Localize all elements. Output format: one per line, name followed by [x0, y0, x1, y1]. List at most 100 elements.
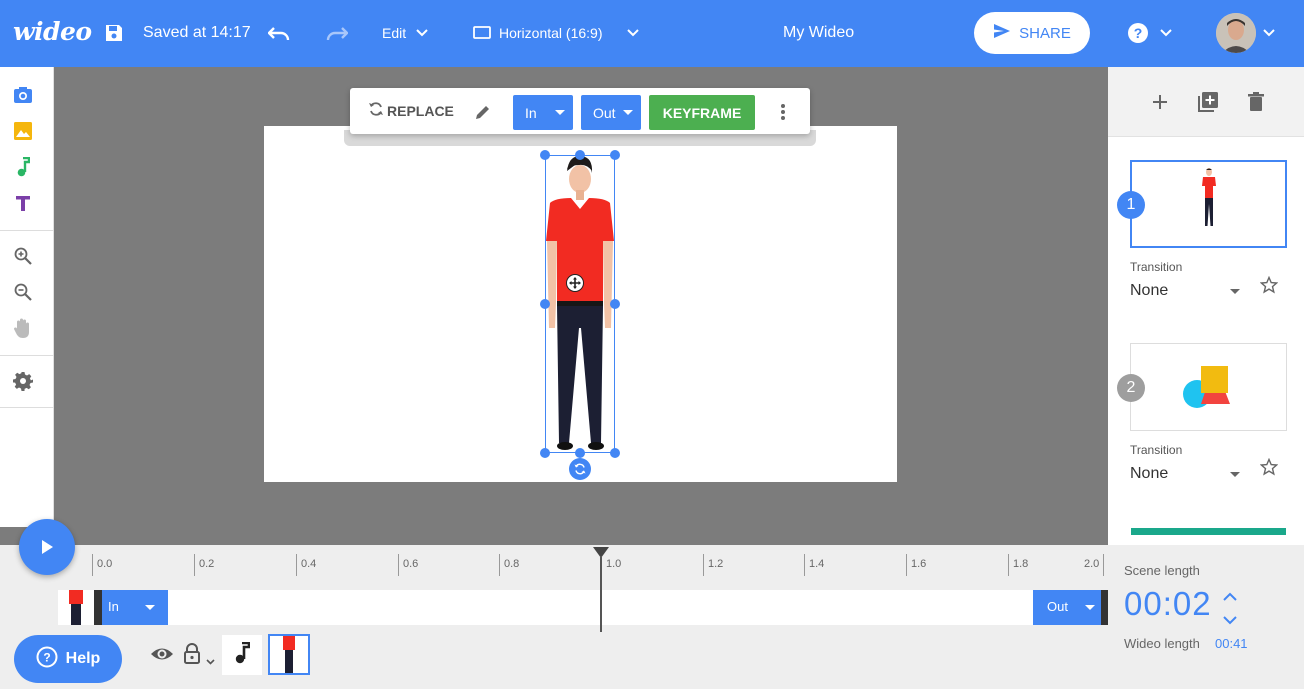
caret-down-icon[interactable]: [1230, 289, 1240, 294]
send-icon: [993, 23, 1011, 43]
top-bar: wideo Saved at 14:17 Edit Horizontal (16…: [0, 0, 1304, 67]
play-button[interactable]: [19, 519, 75, 575]
resize-handle[interactable]: [610, 299, 620, 309]
help-circle-icon[interactable]: ?: [1127, 22, 1149, 44]
wideo-logo[interactable]: wideo: [13, 17, 92, 46]
track-out-label: Out: [1047, 599, 1068, 614]
scene-number-badge: 2: [1117, 374, 1145, 402]
scene-thumbnail-2[interactable]: [1130, 343, 1287, 431]
resize-handle[interactable]: [575, 448, 585, 458]
ruler-tick: 0.0: [92, 554, 112, 576]
redo-icon[interactable]: [325, 22, 349, 44]
replace-label: REPLACE: [387, 102, 454, 119]
undo-icon[interactable]: [267, 22, 291, 44]
scene-length-value[interactable]: 00:02: [1124, 585, 1212, 623]
camera-icon[interactable]: [11, 83, 35, 107]
image-icon[interactable]: [11, 119, 35, 143]
lock-icon[interactable]: [183, 643, 201, 670]
ruler-tick: 1.4: [804, 554, 824, 576]
ruler-tick: 1.8: [1008, 554, 1028, 576]
wideo-length-label: Wideo length: [1124, 636, 1200, 651]
star-icon[interactable]: [1259, 275, 1279, 299]
share-button[interactable]: SHARE: [974, 12, 1090, 54]
character-layer-button[interactable]: [268, 634, 310, 675]
resize-handle[interactable]: [575, 150, 585, 160]
aspect-ratio-selector[interactable]: Horizontal (16:9): [499, 25, 603, 41]
ruler-tick: 2.0: [1084, 554, 1105, 576]
zoom-in-icon[interactable]: [11, 244, 35, 268]
scene-thumbnail-1[interactable]: [1130, 160, 1287, 248]
resize-handle[interactable]: [610, 448, 620, 458]
scene-thumbnail-3-partial[interactable]: [1131, 528, 1286, 535]
ruler-tick: 0.8: [499, 554, 519, 576]
resize-handle[interactable]: [540, 448, 550, 458]
transition-select[interactable]: None: [1130, 465, 1168, 483]
help-button[interactable]: ? Help: [14, 635, 122, 683]
eye-icon[interactable]: [150, 645, 174, 668]
edit-menu[interactable]: Edit: [382, 25, 406, 41]
chevron-down-icon[interactable]: [625, 25, 641, 41]
track-in-dropdown[interactable]: In: [102, 590, 168, 625]
caret-down-icon: [145, 605, 155, 610]
trim-handle-right[interactable]: [1101, 590, 1108, 625]
trim-handle-left[interactable]: [94, 590, 102, 625]
track-thumbnail: [62, 590, 90, 625]
hand-icon[interactable]: [11, 316, 35, 340]
in-label: In: [525, 104, 537, 121]
chevron-down-icon[interactable]: [1223, 612, 1237, 630]
save-icon[interactable]: [103, 22, 125, 44]
caret-down-icon[interactable]: [1230, 472, 1240, 477]
out-animation-dropdown[interactable]: Out: [581, 95, 641, 130]
toolbar-divider: [0, 230, 54, 231]
chevron-down-icon[interactable]: [1261, 25, 1277, 41]
keyframe-button[interactable]: KEYFRAME: [649, 95, 755, 130]
project-title[interactable]: My Wideo: [783, 24, 854, 42]
ruler-tick: 1.6: [906, 554, 926, 576]
svg-text:?: ?: [43, 650, 50, 664]
chevron-down-icon[interactable]: [206, 652, 215, 670]
share-label: SHARE: [1019, 24, 1071, 42]
chevron-down-icon[interactable]: [414, 25, 430, 41]
resize-handle[interactable]: [540, 150, 550, 160]
transition-select[interactable]: None: [1130, 282, 1168, 300]
scene-number-badge: 1: [1117, 191, 1145, 219]
caret-down-icon: [623, 110, 633, 115]
svg-text:?: ?: [1134, 25, 1143, 41]
help-label: Help: [65, 650, 101, 667]
out-label: Out: [593, 104, 616, 121]
audio-layer-button[interactable]: [222, 635, 262, 675]
text-icon[interactable]: [11, 191, 35, 215]
toolbar-divider: [0, 355, 54, 356]
star-icon[interactable]: [1259, 457, 1279, 481]
music-note-icon[interactable]: [11, 155, 35, 179]
resize-handle[interactable]: [540, 299, 550, 309]
track-out-dropdown[interactable]: Out: [1033, 590, 1101, 625]
playhead-line[interactable]: [600, 556, 602, 632]
scene-length-label: Scene length: [1124, 563, 1200, 578]
refresh-icon: [368, 101, 384, 120]
music-note-icon: [234, 641, 251, 669]
selection-box: [545, 155, 615, 453]
zoom-out-icon[interactable]: [11, 280, 35, 304]
more-vertical-icon[interactable]: [779, 103, 787, 126]
caret-down-icon: [555, 110, 565, 115]
timeline-track[interactable]: [58, 590, 1108, 625]
saved-status: Saved at 14:17: [143, 24, 251, 41]
chevron-up-icon[interactable]: [1223, 588, 1237, 606]
aspect-ratio-icon[interactable]: [472, 24, 492, 40]
gear-icon[interactable]: [11, 369, 35, 393]
move-icon[interactable]: [566, 274, 584, 292]
avatar[interactable]: [1216, 13, 1256, 53]
resize-handle[interactable]: [610, 150, 620, 160]
replace-button[interactable]: REPLACE: [368, 101, 454, 120]
transition-label: Transition: [1130, 260, 1183, 274]
add-scene-icon[interactable]: [1152, 94, 1168, 115]
duplicate-scene-icon[interactable]: [1197, 91, 1219, 118]
pencil-icon[interactable]: [474, 104, 491, 126]
delete-scene-icon[interactable]: [1248, 92, 1264, 116]
chevron-down-icon[interactable]: [1158, 25, 1174, 41]
rotate-icon[interactable]: [569, 458, 591, 480]
caret-down-icon: [1085, 605, 1095, 610]
ruler-tick: 0.6: [398, 554, 418, 576]
in-animation-dropdown[interactable]: In: [513, 95, 573, 130]
